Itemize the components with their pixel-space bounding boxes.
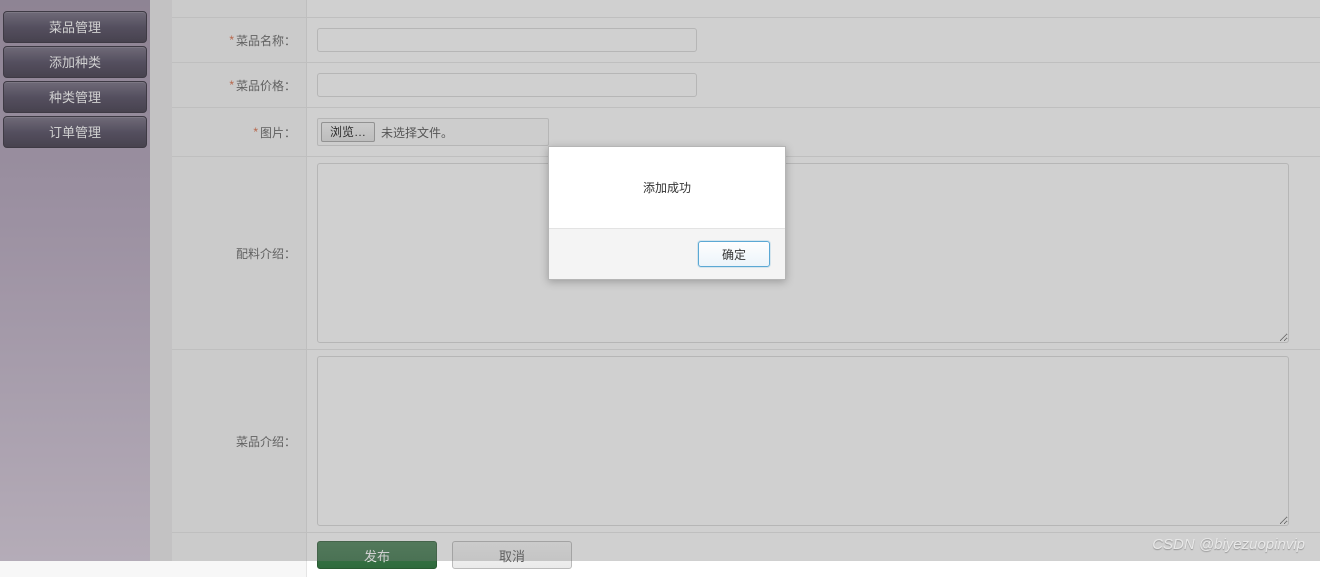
row-actions: 发布 取消 — [172, 533, 1320, 577]
dish-price-input[interactable] — [317, 73, 697, 97]
required-star: * — [229, 33, 234, 47]
submit-button[interactable]: 发布 — [317, 541, 437, 569]
sidebar-item-add-category[interactable]: 添加种类 — [3, 46, 147, 78]
row-description: 菜品介绍： — [172, 350, 1320, 533]
label-text: 菜品介绍： — [236, 433, 296, 450]
sidebar-item-label: 订单管理 — [49, 125, 101, 140]
form-area: *菜品名称： *菜品价格： *图片： 浏览… 未选择文件。 配料介绍： — [172, 0, 1320, 561]
row-dish-price: *菜品价格： — [172, 63, 1320, 108]
description-textarea[interactable] — [317, 356, 1289, 526]
sidebar-item-order-manage[interactable]: 订单管理 — [3, 116, 147, 148]
val-actions: 发布 取消 — [307, 533, 1320, 577]
file-picker[interactable]: 浏览… 未选择文件。 — [317, 118, 549, 146]
sidebar-item-label: 添加种类 — [49, 55, 101, 70]
required-star: * — [229, 78, 234, 92]
sidebar-item-category-manage[interactable]: 种类管理 — [3, 81, 147, 113]
sidebar-item-label: 菜品管理 — [49, 20, 101, 35]
label-actions — [172, 533, 307, 577]
val-description — [307, 350, 1320, 532]
ingredients-textarea[interactable] — [317, 163, 1289, 343]
label-ingredients: 配料介绍： — [172, 157, 307, 349]
spacer-val — [307, 0, 1320, 17]
label-image: *图片： — [172, 108, 307, 156]
modal-message: 添加成功 — [549, 147, 785, 229]
val-dish-name — [307, 18, 1320, 62]
file-status-text: 未选择文件。 — [381, 124, 453, 141]
label-text: 图片： — [260, 124, 296, 141]
label-dish-price: *菜品价格： — [172, 63, 307, 107]
val-ingredients — [307, 157, 1320, 349]
val-image: 浏览… 未选择文件。 — [307, 108, 1320, 156]
layout-gap — [150, 0, 172, 561]
label-dish-name: *菜品名称： — [172, 18, 307, 62]
sidebar-item-label: 种类管理 — [49, 90, 101, 105]
row-dish-name: *菜品名称： — [172, 18, 1320, 63]
alert-modal: 添加成功 确定 — [548, 146, 786, 280]
cancel-button[interactable]: 取消 — [452, 541, 572, 569]
spacer-label — [172, 0, 307, 17]
label-text: 菜品价格： — [236, 77, 296, 94]
required-star: * — [253, 125, 258, 139]
sidebar: 菜品管理 添加种类 种类管理 订单管理 — [0, 0, 150, 561]
sidebar-item-dish-manage[interactable]: 菜品管理 — [3, 11, 147, 43]
page-layout: 菜品管理 添加种类 种类管理 订单管理 *菜品名称： *菜品价格： *图片： — [0, 0, 1320, 561]
row-top-spacer — [172, 0, 1320, 18]
modal-ok-button[interactable]: 确定 — [698, 241, 770, 267]
browse-button[interactable]: 浏览… — [321, 122, 375, 142]
label-text: 配料介绍： — [236, 245, 296, 262]
label-description: 菜品介绍： — [172, 350, 307, 532]
label-text: 菜品名称： — [236, 32, 296, 49]
modal-footer: 确定 — [549, 229, 785, 279]
dish-name-input[interactable] — [317, 28, 697, 52]
val-dish-price — [307, 63, 1320, 107]
